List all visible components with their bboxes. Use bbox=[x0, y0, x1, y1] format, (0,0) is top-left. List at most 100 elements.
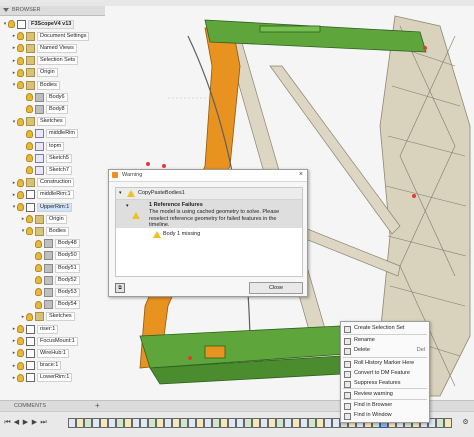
browser-item[interactable]: ▸ Construction bbox=[11, 178, 74, 188]
timeline-feature[interactable] bbox=[204, 418, 212, 428]
browser-item[interactable]: ▸ riser:1 bbox=[11, 324, 59, 334]
browser-item[interactable]: ▸ brace:1 bbox=[11, 361, 62, 371]
timeline-feature[interactable] bbox=[236, 418, 244, 428]
timeline-feature[interactable] bbox=[124, 418, 132, 428]
close-icon[interactable]: × bbox=[299, 171, 303, 178]
timeline-feature[interactable] bbox=[156, 418, 164, 428]
visibility-bulb-icon[interactable] bbox=[17, 190, 24, 199]
visibility-bulb-icon[interactable] bbox=[26, 105, 33, 114]
browser-item[interactable]: ▾ F3ScopeV4 v13 bbox=[2, 19, 75, 29]
visibility-bulb-icon[interactable] bbox=[17, 81, 24, 89]
reference-failure-row[interactable]: ▾ 1 Reference Failures The model is usin… bbox=[116, 200, 302, 228]
browser-item[interactable]: ▾ UpperRim:1 bbox=[11, 202, 73, 212]
browser-item[interactable]: Body6 bbox=[20, 92, 68, 102]
browser-item[interactable]: Sketch7 bbox=[20, 165, 72, 175]
timeline-feature[interactable] bbox=[268, 418, 276, 428]
collapse-arrow-icon[interactable]: ▾ bbox=[126, 203, 129, 209]
timeline-feature[interactable] bbox=[212, 418, 220, 428]
timeline-feature[interactable] bbox=[140, 418, 148, 428]
timeline-feature[interactable] bbox=[76, 418, 84, 428]
context-menu-item[interactable]: Convert to DM Feature bbox=[341, 369, 429, 378]
browser-item[interactable]: ▸ Named Views bbox=[11, 43, 77, 53]
visibility-bulb-icon[interactable] bbox=[17, 178, 24, 187]
context-menu-item[interactable]: Rename bbox=[341, 336, 429, 345]
browser-item[interactable]: ▸ middleRim:1 bbox=[11, 190, 74, 200]
visibility-bulb-icon[interactable] bbox=[35, 300, 42, 309]
dialog-titlebar[interactable]: Warning × bbox=[109, 170, 307, 182]
visibility-bulb-icon[interactable] bbox=[26, 312, 33, 321]
visibility-bulb-icon[interactable] bbox=[17, 32, 24, 41]
visibility-bulb-icon[interactable] bbox=[35, 251, 42, 260]
browser-item[interactable]: ▾ Bodies bbox=[11, 80, 60, 90]
timeline-back-icon[interactable]: ◀ bbox=[13, 419, 20, 426]
timeline-feature[interactable] bbox=[220, 418, 228, 428]
timeline-feature[interactable] bbox=[284, 418, 292, 428]
timeline-feature[interactable] bbox=[196, 418, 204, 428]
visibility-bulb-icon[interactable] bbox=[17, 203, 24, 211]
timeline-feature[interactable] bbox=[436, 418, 444, 428]
context-menu-item[interactable]: Find in Window bbox=[341, 411, 429, 420]
visibility-bulb-icon[interactable] bbox=[26, 93, 33, 102]
timeline-feature[interactable] bbox=[324, 418, 332, 428]
browser-item[interactable]: Body50 bbox=[29, 251, 80, 261]
timeline-feature[interactable] bbox=[316, 418, 324, 428]
timeline-forward-icon[interactable]: ▶ bbox=[31, 419, 38, 426]
timeline-feature[interactable] bbox=[132, 418, 140, 428]
timeline-feature[interactable] bbox=[180, 418, 188, 428]
timeline-feature[interactable] bbox=[444, 418, 452, 428]
timeline-feature[interactable] bbox=[148, 418, 156, 428]
context-menu-item[interactable]: Delete Del bbox=[341, 346, 429, 355]
visibility-bulb-icon[interactable] bbox=[35, 288, 42, 297]
context-menu-item[interactable]: Create Selection Set bbox=[341, 324, 429, 333]
timeline-feature[interactable] bbox=[252, 418, 260, 428]
timeline-feature[interactable] bbox=[84, 418, 92, 428]
context-menu-item[interactable]: Roll History Marker Here bbox=[341, 359, 429, 368]
browser-item[interactable]: ▾ Bodies bbox=[20, 226, 69, 236]
timeline-feature[interactable] bbox=[244, 418, 252, 428]
visibility-bulb-icon[interactable] bbox=[26, 215, 33, 224]
timeline-feature[interactable] bbox=[108, 418, 116, 428]
visibility-bulb-icon[interactable] bbox=[17, 68, 24, 77]
timeline-play-icon[interactable]: ▶ bbox=[22, 419, 29, 426]
browser-item[interactable]: ▸ WireHub:1 bbox=[11, 348, 69, 358]
browser-item[interactable]: ▸ Origin bbox=[11, 68, 58, 78]
timeline-settings-icon[interactable]: ⚙ bbox=[462, 419, 469, 426]
timeline-feature[interactable] bbox=[276, 418, 284, 428]
timeline-end-icon[interactable]: ⏭ bbox=[40, 419, 47, 426]
timeline-feature[interactable] bbox=[292, 418, 300, 428]
context-menu-item[interactable]: Suppress Features bbox=[341, 379, 429, 388]
visibility-bulb-icon[interactable] bbox=[26, 129, 33, 138]
visibility-bulb-icon[interactable] bbox=[26, 142, 33, 150]
visibility-bulb-icon[interactable] bbox=[35, 239, 42, 248]
visibility-bulb-icon[interactable] bbox=[8, 20, 15, 28]
browser-item[interactable]: Body48 bbox=[29, 239, 80, 249]
context-menu-item[interactable]: Review warning bbox=[341, 390, 429, 399]
browser-item[interactable]: Body54 bbox=[29, 300, 80, 310]
visibility-bulb-icon[interactable] bbox=[35, 264, 42, 272]
browser-item[interactable]: ▸ Selection Sets bbox=[11, 56, 79, 66]
timeline-feature[interactable] bbox=[308, 418, 316, 428]
visibility-bulb-icon[interactable] bbox=[17, 361, 24, 370]
timeline-feature[interactable] bbox=[68, 418, 76, 428]
browser-item[interactable]: Body53 bbox=[29, 287, 80, 297]
browser-item[interactable]: middleRim bbox=[20, 129, 78, 139]
browser-item[interactable]: ▸ Sketches bbox=[20, 312, 75, 322]
timeline-feature[interactable] bbox=[188, 418, 196, 428]
missing-body-row[interactable]: Body 1 missing bbox=[116, 229, 302, 240]
browser-item[interactable]: ▸ FocusMount:1 bbox=[11, 336, 78, 346]
browser-item[interactable]: Body51 bbox=[29, 263, 80, 273]
browser-item[interactable]: Body8 bbox=[20, 104, 68, 114]
visibility-bulb-icon[interactable] bbox=[17, 56, 24, 65]
timeline-feature[interactable] bbox=[172, 418, 180, 428]
timeline-feature[interactable] bbox=[100, 418, 108, 428]
browser-header[interactable]: BROWSER bbox=[0, 6, 105, 16]
visibility-bulb-icon[interactable] bbox=[17, 337, 24, 346]
close-button[interactable]: Close bbox=[249, 282, 303, 294]
browser-item[interactable]: ▸ Document Settings bbox=[11, 31, 90, 41]
visibility-bulb-icon[interactable] bbox=[17, 349, 24, 358]
timeline-feature[interactable] bbox=[164, 418, 172, 428]
add-comment-icon[interactable]: + bbox=[95, 401, 100, 410]
browser-item[interactable]: ▸ LowerRim:1 bbox=[11, 373, 73, 383]
visibility-bulb-icon[interactable] bbox=[17, 325, 24, 333]
timeline-feature[interactable] bbox=[332, 418, 340, 428]
